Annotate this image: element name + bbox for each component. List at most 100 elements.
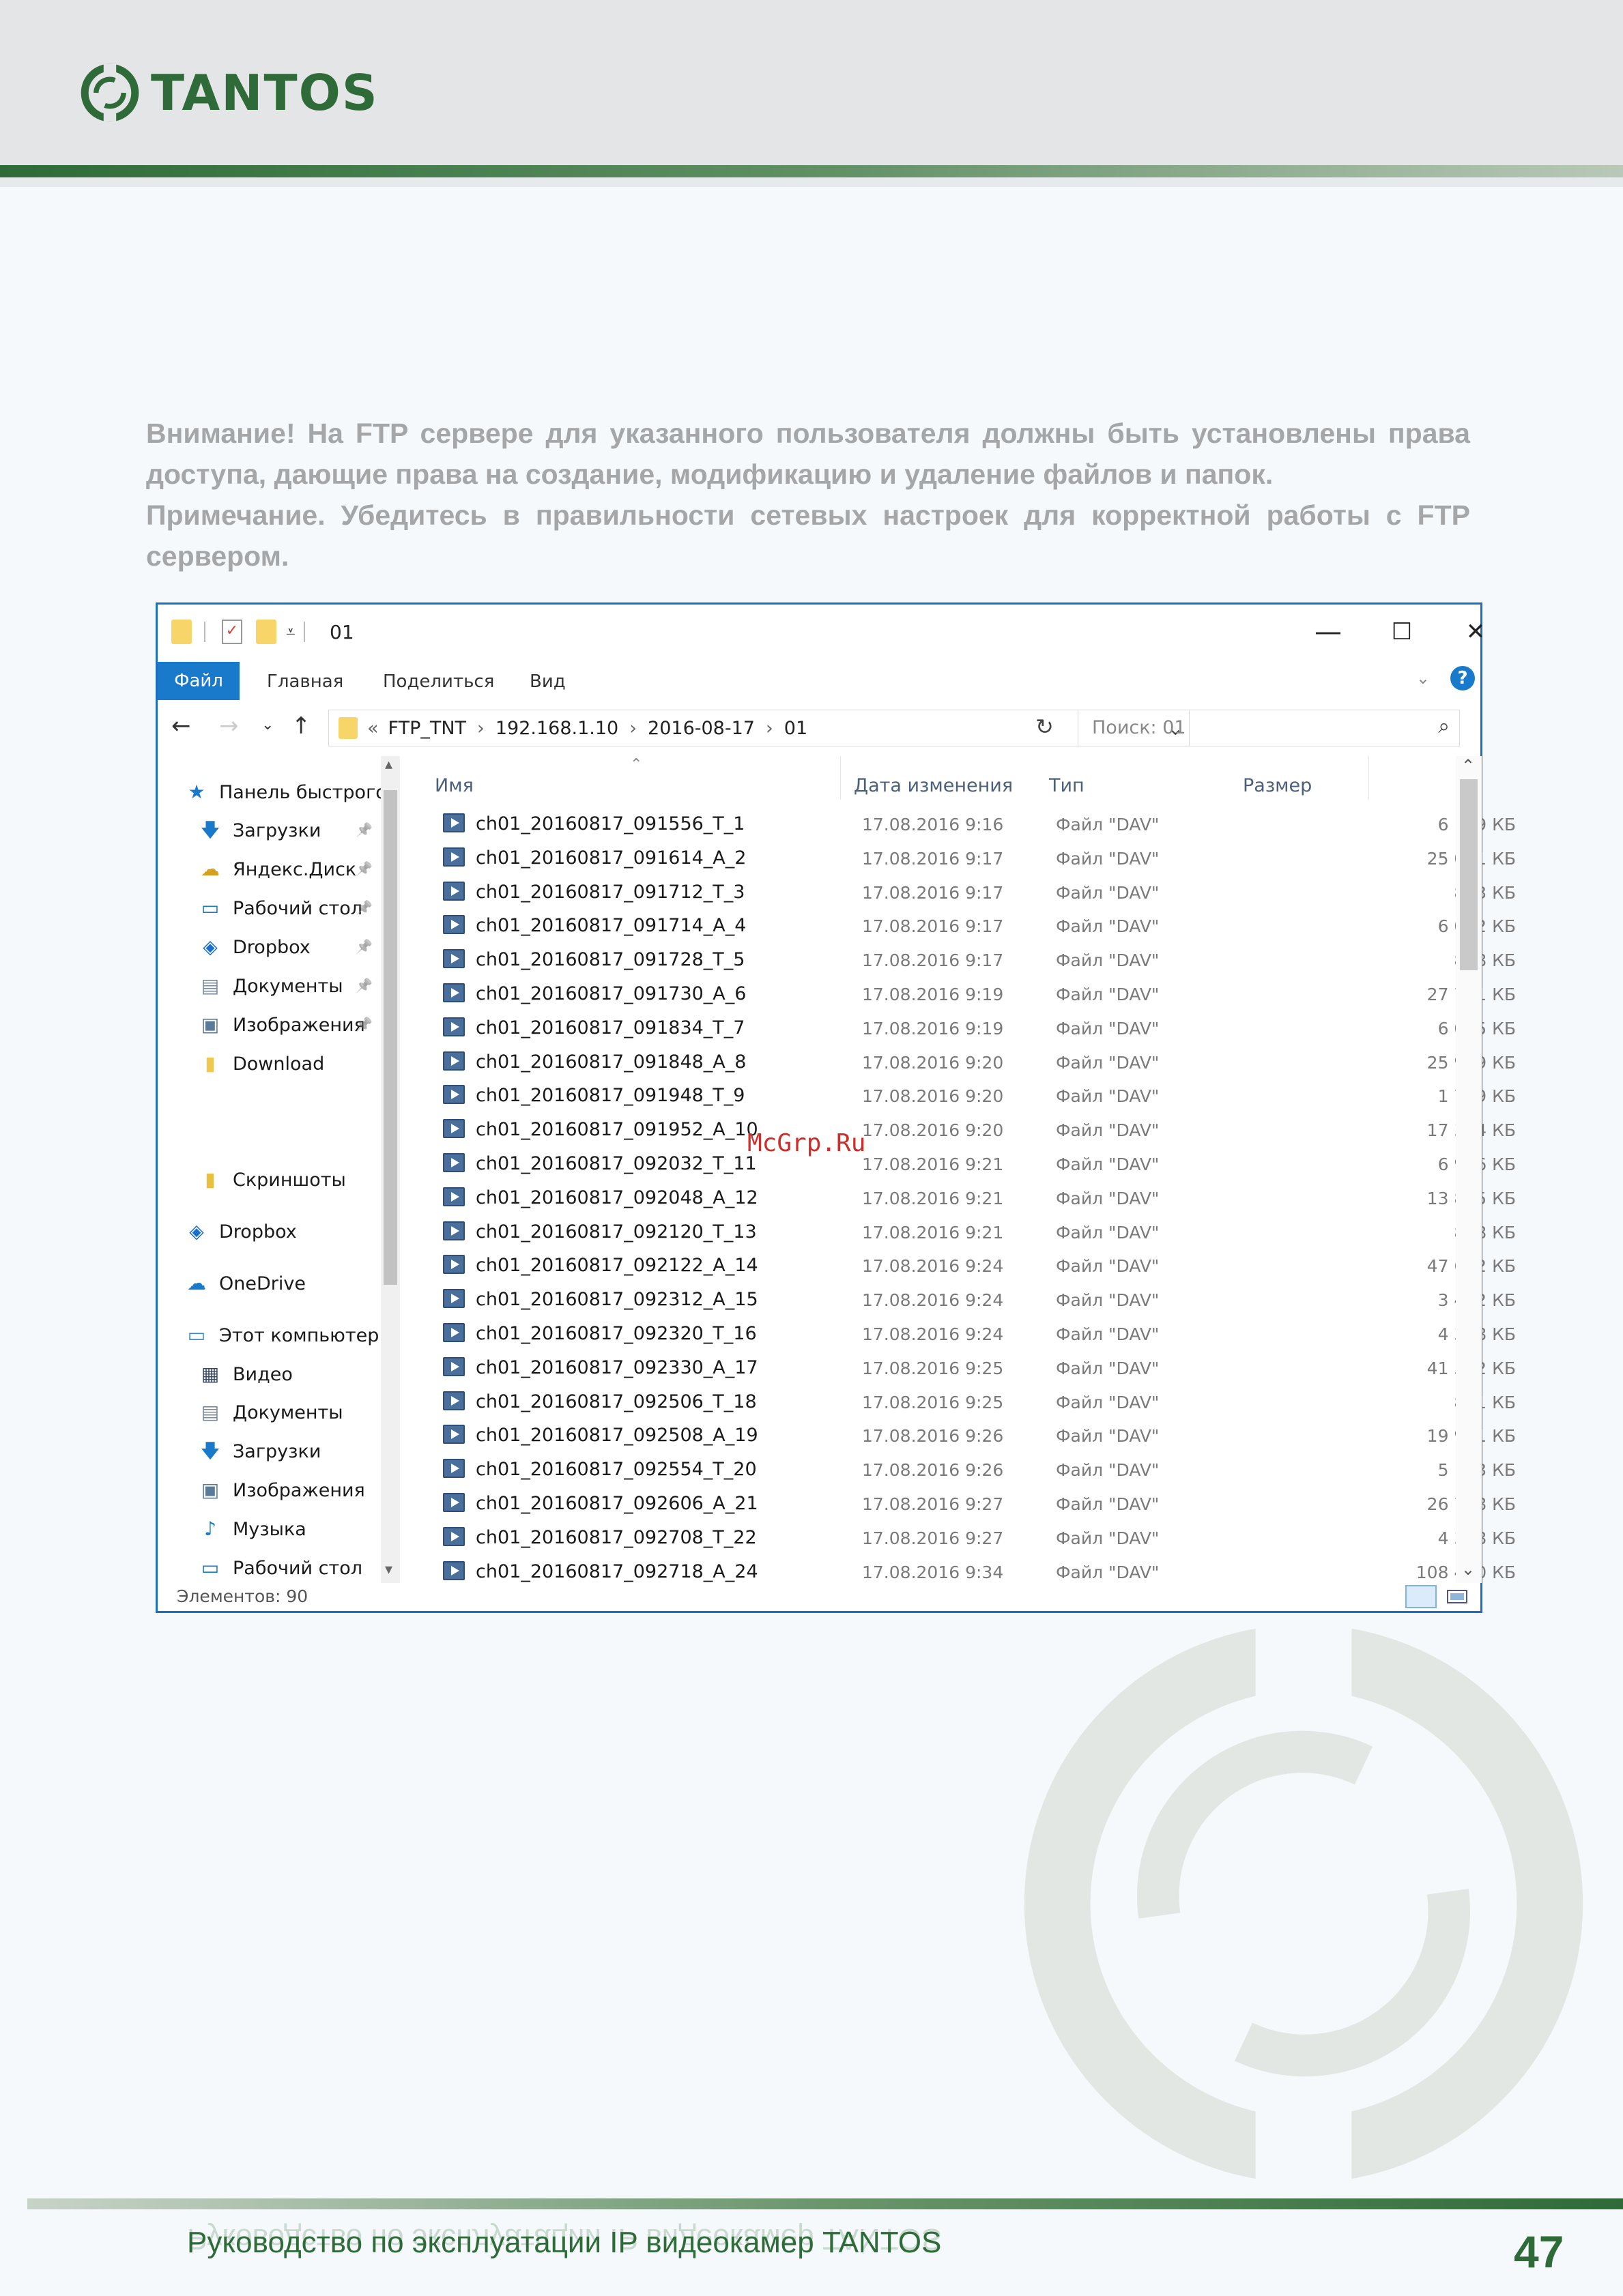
- address-bar[interactable]: « FTP_TNT › 192.168.1.10 › 2016-08-17 › …: [328, 710, 1190, 746]
- watermark: McGrp.Ru: [747, 1129, 866, 1157]
- file-row[interactable]: ch01_20160817_091728_T_5 17.08.2016 9:17 Ф…: [417, 942, 1516, 976]
- video-file-icon: [443, 1119, 465, 1139]
- breadcrumb-item[interactable]: 192.168.1.10: [495, 718, 618, 739]
- help-icon[interactable]: ?: [1450, 666, 1475, 691]
- file-row[interactable]: ch01_20160817_091556_T_1 17.08.2016 9:16 Ф…: [417, 806, 1516, 841]
- pin-icon[interactable]: 📌: [356, 1016, 373, 1032]
- pin-icon[interactable]: 📌: [356, 822, 373, 838]
- nav-item[interactable]: ◈ Dropbox: [185, 1215, 297, 1249]
- file-size: 848 КБ: [1454, 950, 1516, 971]
- nav-item[interactable]: 🡇 Загрузки: [199, 813, 321, 847]
- file-row[interactable]: ch01_20160817_092554_T_20 17.08.2016 9:26…: [417, 1452, 1516, 1486]
- pin-icon[interactable]: 📌: [356, 899, 373, 916]
- nav-scrollbar[interactable]: ▴ ▾: [381, 756, 400, 1583]
- maximize-button[interactable]: ☐: [1371, 611, 1433, 652]
- forward-arrow-icon[interactable]: →: [219, 712, 239, 740]
- list-scroll-thumb[interactable]: [1460, 779, 1478, 970]
- file-row[interactable]: ch01_20160817_092506_T_18 17.08.2016 9:25…: [417, 1384, 1516, 1419]
- back-arrow-icon[interactable]: ←: [171, 712, 191, 740]
- file-row[interactable]: ch01_20160817_091714_A_4 17.08.2016 9:17 Ф…: [417, 908, 1516, 942]
- search-input[interactable]: Поиск: 01 ⌕: [1078, 710, 1460, 746]
- nav-item[interactable]: ◈ Dropbox: [199, 930, 311, 964]
- nav-scroll-thumb[interactable]: [384, 790, 397, 1285]
- new-folder-icon[interactable]: [256, 620, 276, 644]
- up-arrow-icon[interactable]: ↑: [291, 712, 311, 740]
- file-row[interactable]: ch01_20160817_092122_A_14 17.08.2016 9:24…: [417, 1248, 1516, 1282]
- tab-file[interactable]: Файл: [158, 662, 240, 700]
- file-row[interactable]: ch01_20160817_092048_A_12 17.08.2016 9:21…: [417, 1180, 1516, 1215]
- breadcrumb-overflow[interactable]: «: [367, 718, 379, 739]
- nav-item[interactable]: ▭ Этот компьютер: [185, 1318, 379, 1352]
- column-header-date[interactable]: Дата изменения: [854, 775, 1013, 796]
- file-row[interactable]: ch01_20160817_091948_T_9 17.08.2016 9:20 Ф…: [417, 1078, 1516, 1112]
- tab-home[interactable]: Главная: [267, 671, 343, 692]
- scroll-down-icon[interactable]: ▾: [385, 1561, 392, 1578]
- file-row[interactable]: ch01_20160817_092320_T_16 17.08.2016 9:24…: [417, 1316, 1516, 1350]
- close-button[interactable]: ✕: [1445, 611, 1506, 652]
- nav-item[interactable]: ▣ Изображения: [199, 1473, 365, 1507]
- column-header-name[interactable]: Имя: [435, 775, 474, 796]
- nav-item[interactable]: ♪ Музыка: [199, 1512, 306, 1546]
- nav-item[interactable]: ☁ Яндекс.Диск: [199, 852, 356, 886]
- computer-icon: ▭: [187, 1324, 206, 1346]
- tab-share[interactable]: Поделиться: [383, 671, 494, 692]
- tab-view[interactable]: Вид: [530, 671, 566, 692]
- pin-icon[interactable]: 📌: [356, 977, 373, 993]
- nav-item[interactable]: ▮ Download: [199, 1047, 324, 1081]
- nav-item[interactable]: ▦ Видео: [199, 1357, 293, 1391]
- breadcrumb-separator-icon[interactable]: ›: [766, 718, 773, 739]
- file-size: 108 400 КБ: [1416, 1562, 1516, 1582]
- file-row[interactable]: ch01_20160817_092032_T_11 17.08.2016 9:21…: [417, 1146, 1516, 1180]
- breadcrumb-separator-icon[interactable]: ›: [629, 718, 637, 739]
- file-row[interactable]: ch01_20160817_092330_A_17 17.08.2016 9:25…: [417, 1350, 1516, 1384]
- nav-item[interactable]: ▤ Документы: [199, 1395, 343, 1429]
- nav-item[interactable]: ▭ Рабочий стол: [199, 1551, 362, 1583]
- customize-toolbar-icon[interactable]: ⩡: [286, 622, 296, 641]
- file-row[interactable]: ch01_20160817_092508_A_19 17.08.2016 9:26…: [417, 1418, 1516, 1452]
- file-row[interactable]: ch01_20160817_091952_A_10 17.08.2016 9:20…: [417, 1112, 1516, 1146]
- file-name: ch01_20160817_091948_T_9: [476, 1085, 745, 1107]
- file-row[interactable]: ch01_20160817_091848_A_8 17.08.2016 9:20 Ф…: [417, 1045, 1516, 1079]
- properties-icon[interactable]: ✓: [222, 620, 242, 644]
- nav-item[interactable]: ▣ Изображения: [199, 1008, 365, 1042]
- file-name: ch01_20160817_092120_T_13: [476, 1221, 757, 1243]
- documents-icon: ▤: [201, 974, 220, 997]
- pin-icon[interactable]: 📌: [356, 860, 373, 877]
- scroll-down-icon[interactable]: ⌄: [1461, 1560, 1475, 1579]
- breadcrumb-item[interactable]: FTP_TNT: [388, 718, 467, 739]
- minimize-button[interactable]: —: [1297, 611, 1359, 652]
- nav-item[interactable]: 🡇 Загрузки: [199, 1434, 321, 1468]
- breadcrumb-item[interactable]: 2016-08-17: [648, 718, 755, 739]
- file-row[interactable]: ch01_20160817_091614_A_2 17.08.2016 9:17 Ф…: [417, 841, 1516, 875]
- expand-ribbon-chevron-icon[interactable]: ⌄: [1416, 669, 1430, 688]
- scroll-up-icon[interactable]: ▴: [385, 756, 392, 773]
- breadcrumb-separator-icon[interactable]: ›: [477, 718, 485, 739]
- scroll-up-icon[interactable]: ⌃: [1461, 756, 1475, 775]
- column-divider[interactable]: [1368, 756, 1369, 800]
- file-row[interactable]: ch01_20160817_091712_T_3 17.08.2016 9:17 Ф…: [417, 875, 1516, 909]
- file-row[interactable]: ch01_20160817_091834_T_7 17.08.2016 9:19 Ф…: [417, 1011, 1516, 1045]
- nav-item[interactable]: ▮ Скриншоты: [199, 1163, 346, 1197]
- search-icon[interactable]: ⌕: [1438, 714, 1450, 738]
- nav-item[interactable]: ☁ OneDrive: [185, 1266, 306, 1300]
- recent-locations-chevron-icon[interactable]: ⌄: [261, 716, 274, 733]
- file-row[interactable]: ch01_20160817_091730_A_6 17.08.2016 9:19 Ф…: [417, 976, 1516, 1011]
- column-divider[interactable]: [840, 756, 841, 800]
- video-file-icon: [443, 1085, 465, 1105]
- nav-item[interactable]: ▭ Рабочий стол: [199, 891, 362, 925]
- nav-item[interactable]: ★ Панель быстрого доступа: [185, 775, 390, 809]
- list-scrollbar[interactable]: ⌃ ⌄: [1456, 756, 1482, 1583]
- file-row[interactable]: ch01_20160817_092312_A_15 17.08.2016 9:24…: [417, 1282, 1516, 1316]
- refresh-icon[interactable]: ↻: [1035, 714, 1054, 740]
- video-file-icon: [443, 847, 465, 867]
- file-row[interactable]: ch01_20160817_092120_T_13 17.08.2016 9:21…: [417, 1215, 1516, 1249]
- column-header-size[interactable]: Размер: [1243, 775, 1312, 796]
- column-header-type[interactable]: Тип: [1049, 775, 1085, 796]
- file-row[interactable]: ch01_20160817_092606_A_21 17.08.2016 9:27…: [417, 1486, 1516, 1520]
- file-row[interactable]: ch01_20160817_092708_T_22 17.08.2016 9:27…: [417, 1520, 1516, 1554]
- pin-icon[interactable]: 📌: [356, 938, 373, 955]
- video-file-icon: [443, 1322, 465, 1342]
- attention-note: Внимание! На FTP сервере для указанного …: [146, 413, 1470, 577]
- nav-item[interactable]: ▤ Документы: [199, 969, 343, 1003]
- breadcrumb-item[interactable]: 01: [784, 718, 807, 739]
